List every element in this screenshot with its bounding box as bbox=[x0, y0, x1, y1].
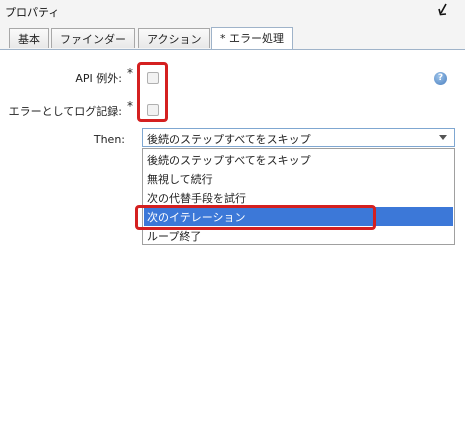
panel-header: プロパティ bbox=[0, 0, 465, 22]
then-dropdown-list: 後続のステップすべてをスキップ 無視して続行 次の代替手段を試行 次のイテレーシ… bbox=[142, 148, 455, 245]
api-exception-label: API 例外: bbox=[75, 72, 122, 85]
help-icon[interactable]: ? bbox=[434, 72, 447, 85]
tab-action[interactable]: アクション bbox=[138, 28, 211, 48]
then-select-value: 後続のステップすべてをスキップ bbox=[147, 133, 311, 146]
tab-basic[interactable]: 基本 bbox=[9, 28, 49, 48]
required-mark: * bbox=[127, 99, 133, 113]
dropdown-option[interactable]: 後続のステップすべてをスキップ bbox=[144, 150, 453, 169]
required-mark: * bbox=[127, 66, 133, 80]
tab-finder[interactable]: ファインダー bbox=[51, 28, 135, 48]
dropdown-option[interactable]: 無視して続行 bbox=[144, 169, 453, 188]
then-select[interactable]: 後続のステップすべてをスキップ bbox=[142, 128, 455, 147]
annotation-highlight-checkboxes bbox=[137, 62, 168, 122]
chevron-down-icon[interactable] bbox=[439, 135, 447, 140]
then-label: Then: bbox=[93, 133, 125, 146]
tab-bar: 基本 ファインダー アクション * エラー処理 bbox=[0, 22, 465, 50]
log-as-error-label: エラーとしてログ記録: bbox=[8, 105, 122, 118]
tab-error-handling[interactable]: * エラー処理 bbox=[211, 27, 293, 49]
annotation-highlight-next-iteration bbox=[135, 205, 376, 230]
collapse-arrow-icon[interactable] bbox=[437, 3, 449, 17]
panel-title: プロパティ bbox=[5, 6, 60, 19]
